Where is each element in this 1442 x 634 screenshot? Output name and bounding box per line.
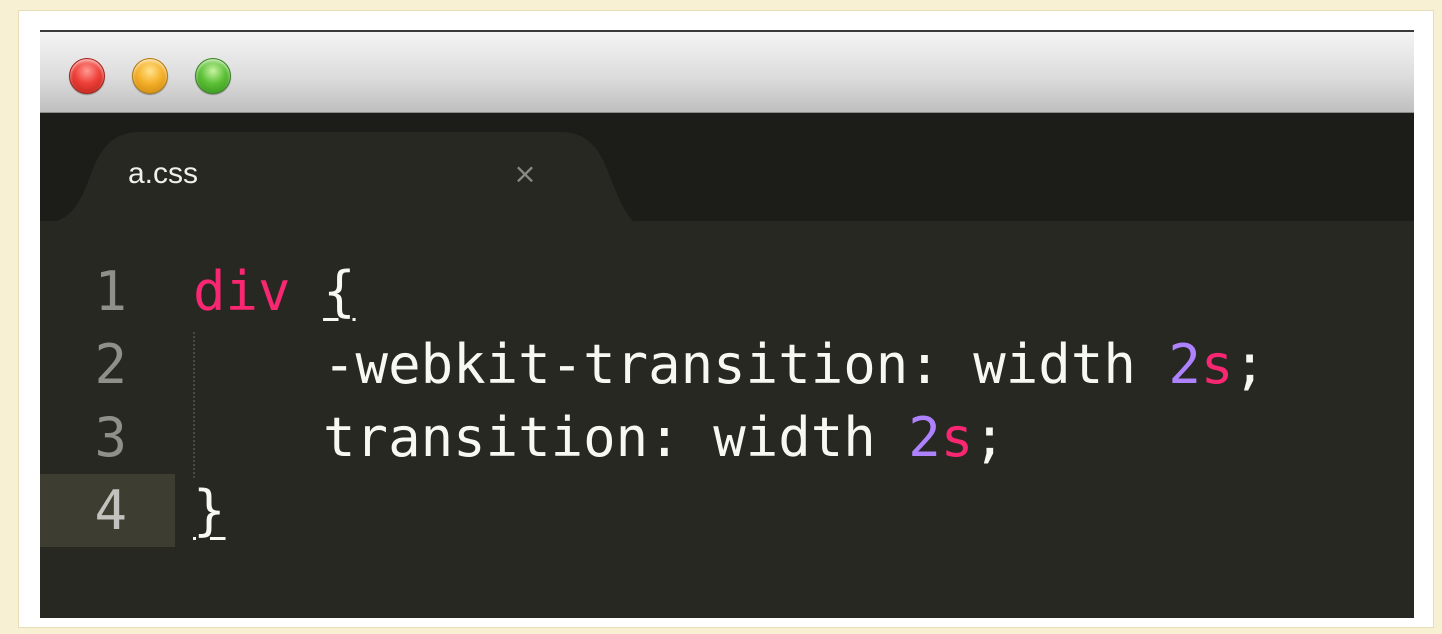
editor-window: a.css × 1 div { 2 -webkit-transition: wi… — [40, 30, 1414, 618]
code-text: div { — [193, 255, 356, 328]
css-number: 2 — [908, 406, 941, 469]
close-tab-icon[interactable]: × — [510, 156, 540, 192]
css-unit: s — [1200, 333, 1234, 396]
css-value: width — [713, 406, 876, 469]
line-gutter: 3 — [40, 401, 175, 474]
close-button[interactable] — [69, 58, 105, 94]
code-line-1: 1 div { — [40, 255, 1414, 328]
code-line-3: 3 transition: width 2s; — [40, 401, 1414, 474]
css-value: width — [973, 333, 1136, 396]
code-line-4: 4 } — [40, 474, 1414, 547]
title-bar — [40, 32, 1414, 113]
indent-guide — [193, 332, 195, 478]
css-property: transition: — [323, 406, 681, 469]
line-gutter: 4 — [40, 474, 175, 547]
code-editor[interactable]: 1 div { 2 -webkit-transition: width 2s; … — [40, 221, 1414, 618]
code-text: -webkit-transition: width 2s; — [193, 328, 1266, 401]
css-number: 2 — [1168, 333, 1201, 396]
line-gutter: 2 — [40, 328, 175, 401]
code-line-2: 2 -webkit-transition: width 2s; — [40, 328, 1414, 401]
tab-label: a.css — [128, 157, 199, 190]
css-property: -webkit-transition: — [323, 333, 941, 396]
line-number: 3 — [94, 406, 127, 469]
css-selector: div — [193, 260, 291, 323]
line-gutter: 1 — [40, 255, 175, 328]
zoom-button[interactable] — [195, 58, 231, 94]
semicolon: ; — [973, 406, 1006, 469]
code-text: } — [193, 474, 226, 547]
semicolon: ; — [1233, 333, 1266, 396]
close-brace: } — [193, 479, 226, 542]
line-number: 2 — [94, 333, 127, 396]
open-brace: { — [323, 260, 356, 323]
code-text: transition: width 2s; — [193, 401, 1006, 474]
minimize-button[interactable] — [132, 58, 168, 94]
css-unit: s — [940, 406, 974, 469]
line-number: 1 — [94, 260, 127, 323]
line-number: 4 — [94, 479, 127, 542]
